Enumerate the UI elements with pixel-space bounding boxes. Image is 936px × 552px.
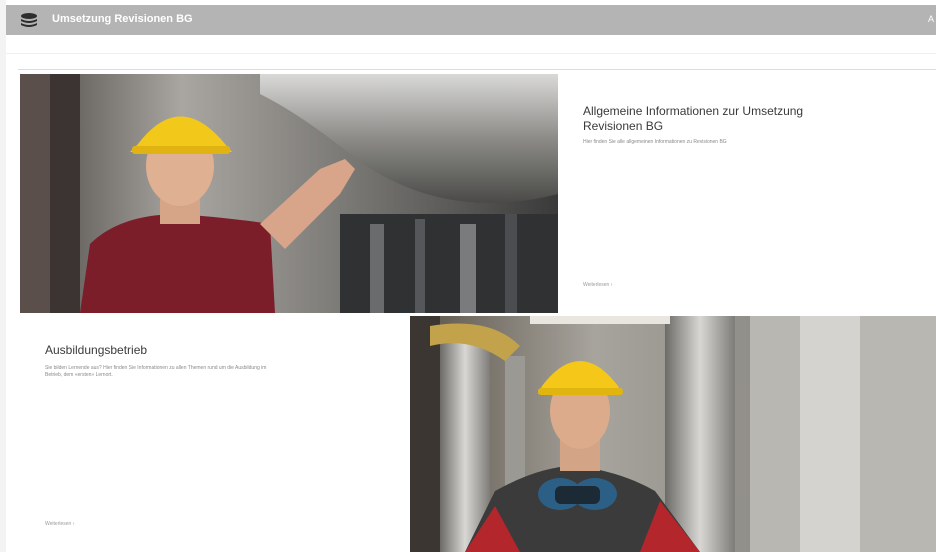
stack-logo-icon[interactable]	[20, 12, 38, 28]
chevron-right-icon: ›	[72, 521, 75, 527]
card-image-worker-respirator	[410, 316, 936, 552]
worker-photo-illustration	[410, 316, 936, 552]
app-header: Umsetzung Revisionen BG A	[6, 5, 936, 35]
app-title[interactable]: Umsetzung Revisionen BG	[52, 13, 193, 25]
divider	[6, 53, 936, 54]
card-description: Hier finden Sie alle allgemeinen Informa…	[583, 139, 727, 145]
read-more-label: Weiterlesen	[45, 521, 72, 527]
card-text-panel[interactable]: Ausbildungsbetrieb Sie bilden Lernende a…	[20, 313, 410, 552]
card-title[interactable]: Ausbildungsbetrieb	[45, 343, 285, 358]
chevron-right-icon: ›	[610, 282, 613, 288]
card-text-panel[interactable]: Allgemeine Informationen zur Umsetzung R…	[558, 74, 936, 313]
divider	[18, 69, 936, 70]
card-image-worker-pipes	[20, 74, 558, 313]
read-more-link[interactable]: Weiterlesen ›	[583, 282, 612, 288]
left-gutter	[0, 0, 6, 552]
user-menu[interactable]: A	[928, 14, 934, 24]
sub-navigation-bar	[6, 35, 936, 70]
read-more-link[interactable]: Weiterlesen ›	[45, 521, 74, 527]
read-more-label: Weiterlesen	[583, 282, 610, 288]
card-description: Sie bilden Lernende aus? Hier finden Sie…	[45, 365, 267, 378]
card-title[interactable]: Allgemeine Informationen zur Umsetzung R…	[583, 104, 823, 134]
worker-photo-illustration	[20, 74, 558, 313]
